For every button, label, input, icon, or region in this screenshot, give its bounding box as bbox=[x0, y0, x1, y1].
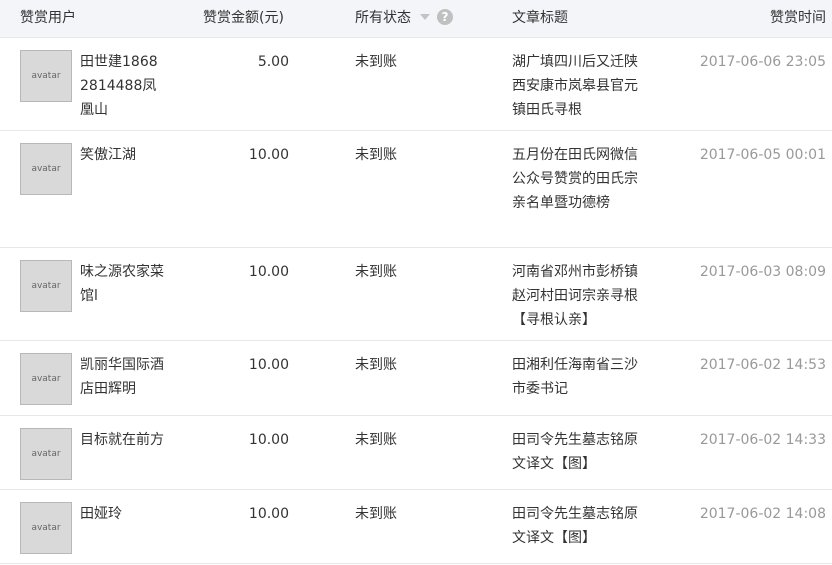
reward-time: 2017-06-05 00:01 bbox=[699, 147, 826, 163]
reward-time: 2017-06-02 14:33 bbox=[699, 432, 826, 448]
reward-amount: 5.00 bbox=[257, 54, 289, 70]
header-title: 文章标题 bbox=[512, 10, 568, 26]
table-row: avatar 味之源农家菜馆l 10.00 未到账 河南省邓州市彭桥镇赵河村田诃… bbox=[0, 248, 832, 341]
user-name: 田世建18682814488凤凰山 bbox=[80, 54, 158, 118]
avatar: avatar bbox=[20, 353, 72, 405]
reward-status: 未到账 bbox=[355, 54, 397, 70]
avatar: avatar bbox=[20, 50, 72, 102]
table-row: avatar 目标就在前方 10.00 未到账 田司令先生墓志铭原文译文【图】 … bbox=[0, 416, 832, 490]
user-name: 目标就在前方 bbox=[80, 432, 164, 448]
avatar: avatar bbox=[20, 143, 72, 195]
reward-status: 未到账 bbox=[355, 264, 397, 280]
avatar: avatar bbox=[20, 260, 72, 312]
table-header: 赞赏用户 赞赏金额(元) 所有状态? 文章标题 赞赏时间 bbox=[0, 0, 832, 38]
table-row: avatar 田娅玲 10.00 未到账 田司令先生墓志铭原文译文【图】 201… bbox=[0, 490, 832, 564]
reward-amount: 10.00 bbox=[248, 147, 289, 163]
table-row: avatar 凯丽华国际酒店田辉明 10.00 未到账 田湘利任海南省三沙市委书… bbox=[0, 341, 832, 416]
reward-amount: 10.00 bbox=[248, 432, 289, 448]
user-name: 凯丽华国际酒店田辉明 bbox=[80, 357, 164, 397]
article-title-link[interactable]: 河南省邓州市彭桥镇赵河村田诃宗亲寻根【寻根认亲】 bbox=[512, 260, 638, 332]
caret-down-icon bbox=[420, 13, 430, 20]
reward-time: 2017-06-02 14:53 bbox=[699, 357, 826, 373]
user-name: 田娅玲 bbox=[80, 506, 122, 522]
table-row: avatar 笑傲江湖 10.00 未到账 五月份在田氏网微信公众号赞赏的田氏宗… bbox=[0, 131, 832, 248]
header-amount: 赞赏金额(元) bbox=[203, 10, 284, 26]
reward-status: 未到账 bbox=[355, 506, 397, 522]
article-title-link[interactable]: 田司令先生墓志铭原文译文【图】 bbox=[512, 428, 638, 476]
status-filter-dropdown[interactable]: 所有状态? bbox=[355, 0, 453, 37]
header-status-label: 所有状态 bbox=[355, 10, 411, 26]
header-user: 赞赏用户 bbox=[20, 10, 76, 26]
reward-amount: 10.00 bbox=[248, 506, 289, 522]
reward-time: 2017-06-02 14:08 bbox=[699, 506, 826, 522]
header-time: 赞赏时间 bbox=[770, 10, 826, 26]
reward-status: 未到账 bbox=[355, 357, 397, 373]
reward-time: 2017-06-03 08:09 bbox=[699, 264, 826, 280]
reward-status: 未到账 bbox=[355, 432, 397, 448]
avatar: avatar bbox=[20, 428, 72, 480]
reward-amount: 10.00 bbox=[248, 357, 289, 373]
article-title-link[interactable]: 湖广填四川后又迁陕西安康市岚皋县官元镇田氏寻根 bbox=[512, 50, 638, 122]
avatar: avatar bbox=[20, 502, 72, 554]
article-title-link[interactable]: 田司令先生墓志铭原文译文【图】 bbox=[512, 502, 638, 550]
help-icon[interactable]: ? bbox=[437, 8, 453, 25]
table-row: avatar 田世建18682814488凤凰山 5.00 未到账 湖广填四川后… bbox=[0, 38, 832, 131]
reward-table: 赞赏用户 赞赏金额(元) 所有状态? 文章标题 赞赏时间 avatar 田世建1… bbox=[0, 0, 832, 564]
article-title-link[interactable]: 五月份在田氏网微信公众号赞赏的田氏宗亲名单暨功德榜 bbox=[512, 143, 638, 215]
user-name: 味之源农家菜馆l bbox=[80, 264, 164, 304]
reward-time: 2017-06-06 23:05 bbox=[699, 54, 826, 70]
article-title-link[interactable]: 田湘利任海南省三沙市委书记 bbox=[512, 353, 638, 401]
user-name: 笑傲江湖 bbox=[80, 147, 136, 163]
reward-amount: 10.00 bbox=[248, 264, 289, 280]
reward-status: 未到账 bbox=[355, 147, 397, 163]
